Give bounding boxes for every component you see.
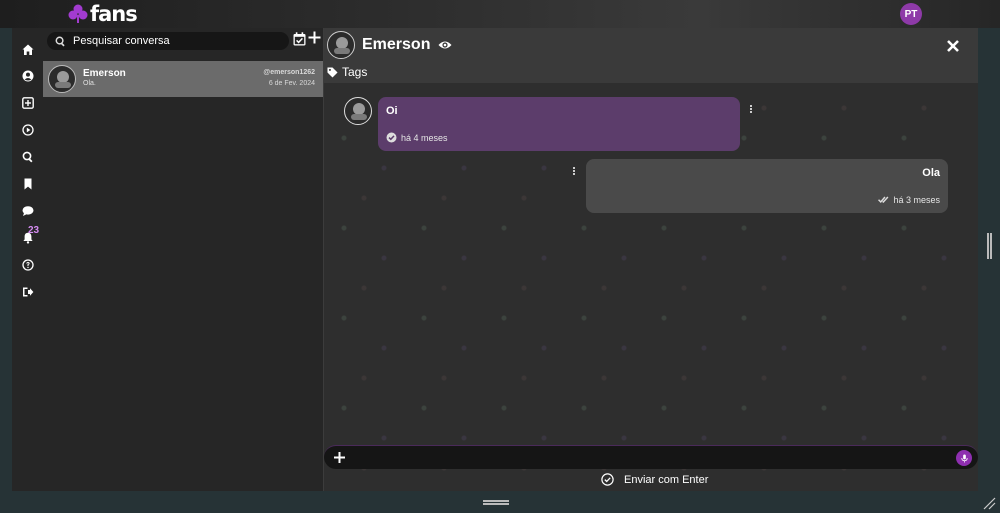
resize-corner-icon[interactable] bbox=[982, 496, 996, 510]
search-input[interactable] bbox=[73, 35, 273, 47]
logout-icon bbox=[22, 287, 33, 297]
message-time: há 3 meses bbox=[893, 194, 940, 205]
play-circle-icon bbox=[21, 124, 34, 136]
send-with-enter-label: Enviar com Enter bbox=[624, 473, 709, 486]
chat-panel: Emerson Tags Oi há 4 meses Ola há 3 mese… bbox=[324, 28, 978, 491]
message-meta: há 4 meses bbox=[386, 132, 448, 143]
clover-logo-icon bbox=[68, 4, 88, 23]
left-border bbox=[0, 28, 12, 491]
nav-messages[interactable] bbox=[12, 201, 43, 221]
help-icon bbox=[21, 259, 34, 271]
logo[interactable]: fans bbox=[68, 2, 138, 26]
calendar-check-icon bbox=[293, 32, 306, 46]
sidebar-nav: 23 bbox=[12, 28, 43, 491]
message-text: Oi bbox=[386, 105, 398, 117]
search-icon bbox=[22, 151, 32, 163]
conversation-date: 6 de Fev. 2024 bbox=[268, 80, 315, 87]
chat-header: Emerson Tags bbox=[324, 28, 978, 83]
send-with-enter-toggle[interactable]: Enviar com Enter bbox=[601, 473, 708, 486]
nav-notifications[interactable]: 23 bbox=[12, 225, 43, 248]
message-composer bbox=[324, 445, 978, 469]
nav-create[interactable] bbox=[12, 93, 43, 113]
horizontal-resize-handle[interactable] bbox=[483, 500, 509, 505]
conversation-name: Emerson bbox=[83, 68, 126, 79]
chat-bubble-icon bbox=[22, 206, 33, 216]
user-circle-icon bbox=[22, 70, 33, 82]
default-avatar-icon bbox=[55, 71, 71, 88]
right-border bbox=[978, 28, 1000, 491]
default-avatar-icon bbox=[351, 103, 367, 120]
tag-icon bbox=[327, 66, 338, 78]
message-bubble-outgoing: Ola há 3 meses bbox=[586, 159, 948, 213]
nav-videos[interactable] bbox=[12, 120, 43, 140]
avatar bbox=[48, 65, 76, 93]
plus-square-icon bbox=[21, 97, 34, 109]
nav-saved[interactable] bbox=[12, 174, 43, 194]
close-icon[interactable] bbox=[946, 39, 960, 53]
message-text: Ola bbox=[922, 167, 940, 179]
eye-icon[interactable] bbox=[438, 39, 452, 51]
message-options-button[interactable] bbox=[571, 166, 577, 180]
message-input[interactable] bbox=[354, 449, 944, 467]
plus-icon bbox=[308, 31, 321, 44]
check-circle-icon bbox=[601, 473, 614, 486]
schedule-button[interactable] bbox=[293, 32, 307, 48]
tags-button[interactable]: Tags bbox=[327, 65, 367, 79]
conversation-list-panel: Emerson Ola. @emerson1262 6 de Fev. 2024 bbox=[43, 28, 324, 491]
attach-plus-icon[interactable] bbox=[333, 451, 346, 464]
logo-text: fans bbox=[90, 2, 138, 26]
user-avatar[interactable]: PT bbox=[900, 3, 922, 25]
message-options-button[interactable] bbox=[748, 104, 754, 118]
chat-title: Emerson bbox=[362, 36, 431, 53]
conversation-search[interactable] bbox=[47, 32, 289, 50]
tags-label: Tags bbox=[342, 65, 368, 79]
nav-logout[interactable] bbox=[12, 282, 43, 302]
nav-home[interactable] bbox=[12, 40, 43, 60]
message-meta: há 3 meses bbox=[878, 194, 940, 205]
microphone-icon bbox=[960, 453, 968, 463]
voice-record-button[interactable] bbox=[956, 450, 972, 466]
default-avatar-icon bbox=[334, 37, 350, 54]
new-conversation-button[interactable] bbox=[308, 31, 322, 47]
check-circle-icon bbox=[386, 132, 397, 143]
conversation-preview: Ola. bbox=[83, 80, 96, 87]
avatar[interactable] bbox=[327, 31, 355, 59]
conversation-item[interactable]: Emerson Ola. @emerson1262 6 de Fev. 2024 bbox=[43, 61, 323, 97]
bookmark-icon bbox=[24, 178, 31, 190]
vertical-resize-handle[interactable] bbox=[987, 233, 992, 259]
search-icon bbox=[55, 36, 65, 46]
top-bar: fans PT bbox=[0, 0, 1000, 28]
home-icon bbox=[22, 44, 33, 55]
conversation-handle: @emerson1262 bbox=[263, 69, 315, 76]
double-check-icon bbox=[878, 196, 889, 204]
message-bubble-incoming: Oi há 4 meses bbox=[378, 97, 740, 151]
notification-count-badge: 23 bbox=[28, 225, 40, 236]
nav-help[interactable] bbox=[12, 255, 43, 275]
nav-profile[interactable] bbox=[12, 66, 43, 86]
avatar bbox=[344, 97, 372, 125]
message-time: há 4 meses bbox=[401, 132, 448, 143]
nav-search[interactable] bbox=[12, 147, 43, 167]
